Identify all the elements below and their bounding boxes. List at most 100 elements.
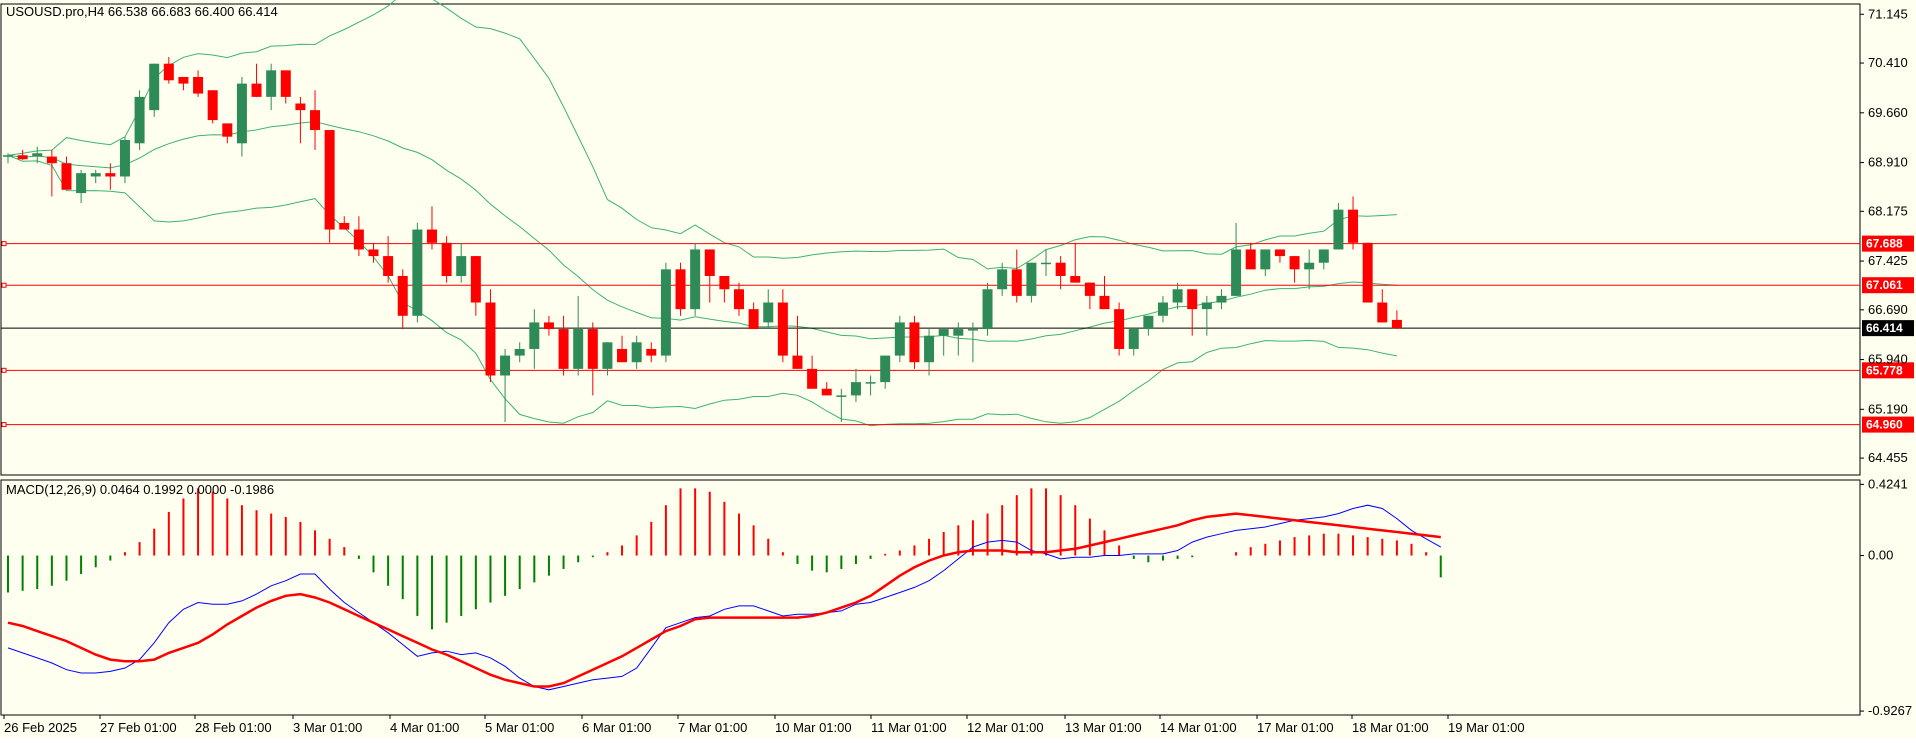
- candle-body[interactable]: [1011, 269, 1022, 296]
- candle-body[interactable]: [1274, 249, 1285, 257]
- candle-body[interactable]: [178, 76, 189, 84]
- candle-body[interactable]: [1318, 249, 1329, 263]
- candle-body[interactable]: [295, 103, 306, 111]
- candle-body[interactable]: [339, 222, 350, 230]
- candle-body[interactable]: [383, 256, 394, 276]
- candle-body[interactable]: [631, 342, 642, 363]
- candle-body[interactable]: [134, 96, 145, 144]
- candle-body[interactable]: [324, 130, 335, 230]
- candle-body[interactable]: [880, 355, 891, 383]
- candle-body[interactable]: [149, 63, 160, 111]
- candle-body[interactable]: [777, 302, 788, 356]
- candle-body[interactable]: [529, 322, 540, 349]
- candle-body[interactable]: [280, 70, 291, 97]
- candle-body[interactable]: [602, 342, 613, 369]
- candle-body[interactable]: [1362, 242, 1373, 303]
- candle-body[interactable]: [982, 289, 993, 330]
- candle-body[interactable]: [748, 309, 759, 330]
- candle-body[interactable]: [953, 329, 964, 336]
- candle-body[interactable]: [997, 269, 1008, 290]
- candle-body[interactable]: [412, 229, 423, 316]
- candle-body[interactable]: [1391, 319, 1402, 329]
- candle-body[interactable]: [500, 355, 511, 376]
- candle-body[interactable]: [1099, 295, 1110, 310]
- candle-body[interactable]: [1348, 209, 1359, 243]
- candle-body[interactable]: [646, 348, 657, 356]
- candle-body[interactable]: [807, 368, 818, 389]
- candle-body[interactable]: [865, 382, 876, 384]
- candle-body[interactable]: [266, 70, 277, 97]
- candle-body[interactable]: [193, 76, 204, 94]
- candle-body[interactable]: [207, 90, 218, 121]
- candle-body[interactable]: [105, 173, 116, 177]
- candle-body[interactable]: [61, 163, 72, 190]
- candle-body[interactable]: [792, 355, 803, 369]
- candle-body[interactable]: [1187, 289, 1198, 310]
- level-handle[interactable]: [1, 241, 7, 247]
- candle-body[interactable]: [1055, 262, 1066, 276]
- candle-body[interactable]: [1143, 315, 1154, 330]
- candle-body[interactable]: [1289, 256, 1300, 270]
- candle-body[interactable]: [558, 329, 569, 369]
- candle-body[interactable]: [1157, 302, 1168, 316]
- candle-body[interactable]: [660, 269, 671, 356]
- candle-body[interactable]: [967, 329, 978, 331]
- candle-body[interactable]: [1377, 302, 1388, 323]
- candle-body[interactable]: [1333, 209, 1344, 250]
- candle-body[interactable]: [924, 335, 935, 363]
- candle-body[interactable]: [1172, 289, 1183, 303]
- candle-body[interactable]: [485, 302, 496, 376]
- candle-body[interactable]: [836, 395, 847, 397]
- level-handle[interactable]: [1, 422, 7, 428]
- candle-body[interactable]: [368, 249, 379, 257]
- candle-body[interactable]: [1114, 309, 1125, 349]
- candle-body[interactable]: [76, 173, 87, 194]
- candle-body[interactable]: [1245, 249, 1256, 270]
- candle-body[interactable]: [719, 275, 730, 290]
- candle-body[interactable]: [236, 83, 247, 144]
- candle-body[interactable]: [938, 329, 949, 336]
- candle-body[interactable]: [3, 155, 13, 157]
- candle-body[interactable]: [850, 382, 861, 396]
- candle-body[interactable]: [543, 322, 554, 330]
- candle-body[interactable]: [821, 388, 832, 396]
- candle-body[interactable]: [587, 329, 598, 369]
- candle-body[interactable]: [426, 229, 437, 243]
- candle-body[interactable]: [251, 83, 262, 97]
- candle-body[interactable]: [1304, 262, 1315, 270]
- candle-body[interactable]: [617, 348, 628, 363]
- level-handle[interactable]: [1, 282, 7, 288]
- candle-body[interactable]: [470, 256, 481, 303]
- candle-body[interactable]: [310, 110, 321, 131]
- candle-body[interactable]: [1084, 282, 1095, 296]
- candle-body[interactable]: [119, 139, 130, 177]
- candle-body[interactable]: [163, 63, 174, 81]
- candle-body[interactable]: [704, 249, 715, 276]
- candle-body[interactable]: [1201, 302, 1212, 310]
- candle-body[interactable]: [690, 249, 701, 310]
- candle-body[interactable]: [46, 156, 57, 164]
- candle-body[interactable]: [894, 322, 905, 356]
- candle-body[interactable]: [441, 242, 452, 276]
- level-handle[interactable]: [1, 367, 7, 373]
- candle-body[interactable]: [1260, 249, 1271, 270]
- candle-body[interactable]: [1026, 262, 1037, 296]
- candle-body[interactable]: [32, 153, 43, 157]
- candle-body[interactable]: [397, 275, 408, 316]
- candle-body[interactable]: [514, 348, 525, 356]
- candle-body[interactable]: [17, 155, 28, 160]
- candle-body[interactable]: [353, 229, 364, 250]
- candle-body[interactable]: [675, 269, 686, 310]
- candle-body[interactable]: [909, 322, 920, 363]
- candle-body[interactable]: [763, 302, 774, 323]
- candle-body[interactable]: [456, 256, 467, 276]
- candle-body[interactable]: [573, 329, 584, 369]
- candle-body[interactable]: [1231, 249, 1242, 296]
- candle-body[interactable]: [90, 173, 101, 177]
- candle-body[interactable]: [1216, 295, 1227, 303]
- candle-body[interactable]: [1070, 275, 1081, 283]
- candle-body[interactable]: [734, 289, 744, 310]
- candle-body[interactable]: [1128, 329, 1139, 349]
- candle-body[interactable]: [1041, 262, 1052, 265]
- candle-body[interactable]: [222, 123, 233, 137]
